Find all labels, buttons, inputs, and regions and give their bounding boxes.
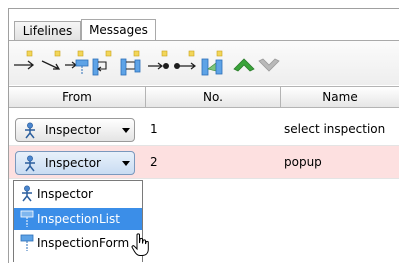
message-name: select inspection (284, 122, 386, 136)
message-number: 1 (150, 122, 158, 136)
hand-cursor-icon (131, 233, 149, 256)
tab-lifelines[interactable]: Lifelines (14, 21, 81, 40)
dropdown-item[interactable]: InspectionList (14, 208, 142, 230)
lifeline-icon (20, 210, 34, 227)
message-name: popup (284, 155, 322, 169)
lifeline-icon (20, 234, 34, 251)
move-down-button[interactable] (256, 49, 282, 77)
found-message-button[interactable] (173, 49, 199, 77)
return-message-icon (120, 50, 141, 76)
from-dropdown-list: Inspector InspectionList InspectionForm (13, 180, 143, 262)
create-message-button[interactable] (64, 49, 90, 77)
return-message-button[interactable] (118, 49, 144, 77)
move-up-button[interactable] (231, 49, 257, 77)
column-name[interactable]: Name (281, 87, 399, 107)
dropdown-item-label: Inspector (37, 187, 93, 201)
column-no[interactable]: No. (146, 87, 281, 107)
from-combo-value: Inspector (45, 156, 101, 170)
actor-icon (25, 122, 35, 139)
message-number: 2 (150, 155, 158, 169)
duration-message-button[interactable] (200, 49, 226, 77)
tab-messages[interactable]: Messages (81, 19, 156, 40)
from-combo-value: Inspector (45, 123, 101, 137)
lost-message-button[interactable] (146, 49, 172, 77)
message-icon (14, 50, 35, 70)
chevron-down-icon (122, 161, 130, 166)
dropdown-item[interactable]: Inspector (14, 183, 142, 205)
self-message-icon (41, 50, 61, 70)
message-button[interactable] (11, 49, 37, 77)
dropdown-item-label: InspectionList (37, 212, 120, 226)
table-row[interactable]: Inspector 2 popup (9, 146, 399, 179)
dropdown-item[interactable]: InspectionForm (14, 232, 142, 254)
duration-message-icon (201, 50, 223, 76)
table-header: From No. Name (9, 86, 399, 108)
tab-bar: Lifelines Messages (8, 8, 399, 40)
create-message-icon (65, 50, 89, 75)
reentrant-message-button[interactable] (90, 49, 116, 77)
self-message-button[interactable] (39, 49, 65, 77)
move-down-icon (258, 58, 280, 72)
from-combo[interactable]: Inspector (15, 118, 135, 142)
column-from[interactable]: From (9, 87, 146, 107)
from-combo[interactable]: Inspector (15, 151, 135, 175)
actor-icon (22, 185, 32, 202)
dropdown-item-label: InspectionForm (37, 236, 130, 250)
actor-icon (25, 155, 35, 172)
found-message-icon (174, 50, 196, 70)
table-row[interactable]: Inspector 1 select inspection (9, 113, 399, 146)
move-up-icon (233, 58, 255, 72)
chevron-down-icon (122, 128, 130, 133)
reentrant-message-icon (92, 50, 112, 76)
lost-message-icon (148, 50, 169, 70)
toolbar (9, 40, 399, 85)
